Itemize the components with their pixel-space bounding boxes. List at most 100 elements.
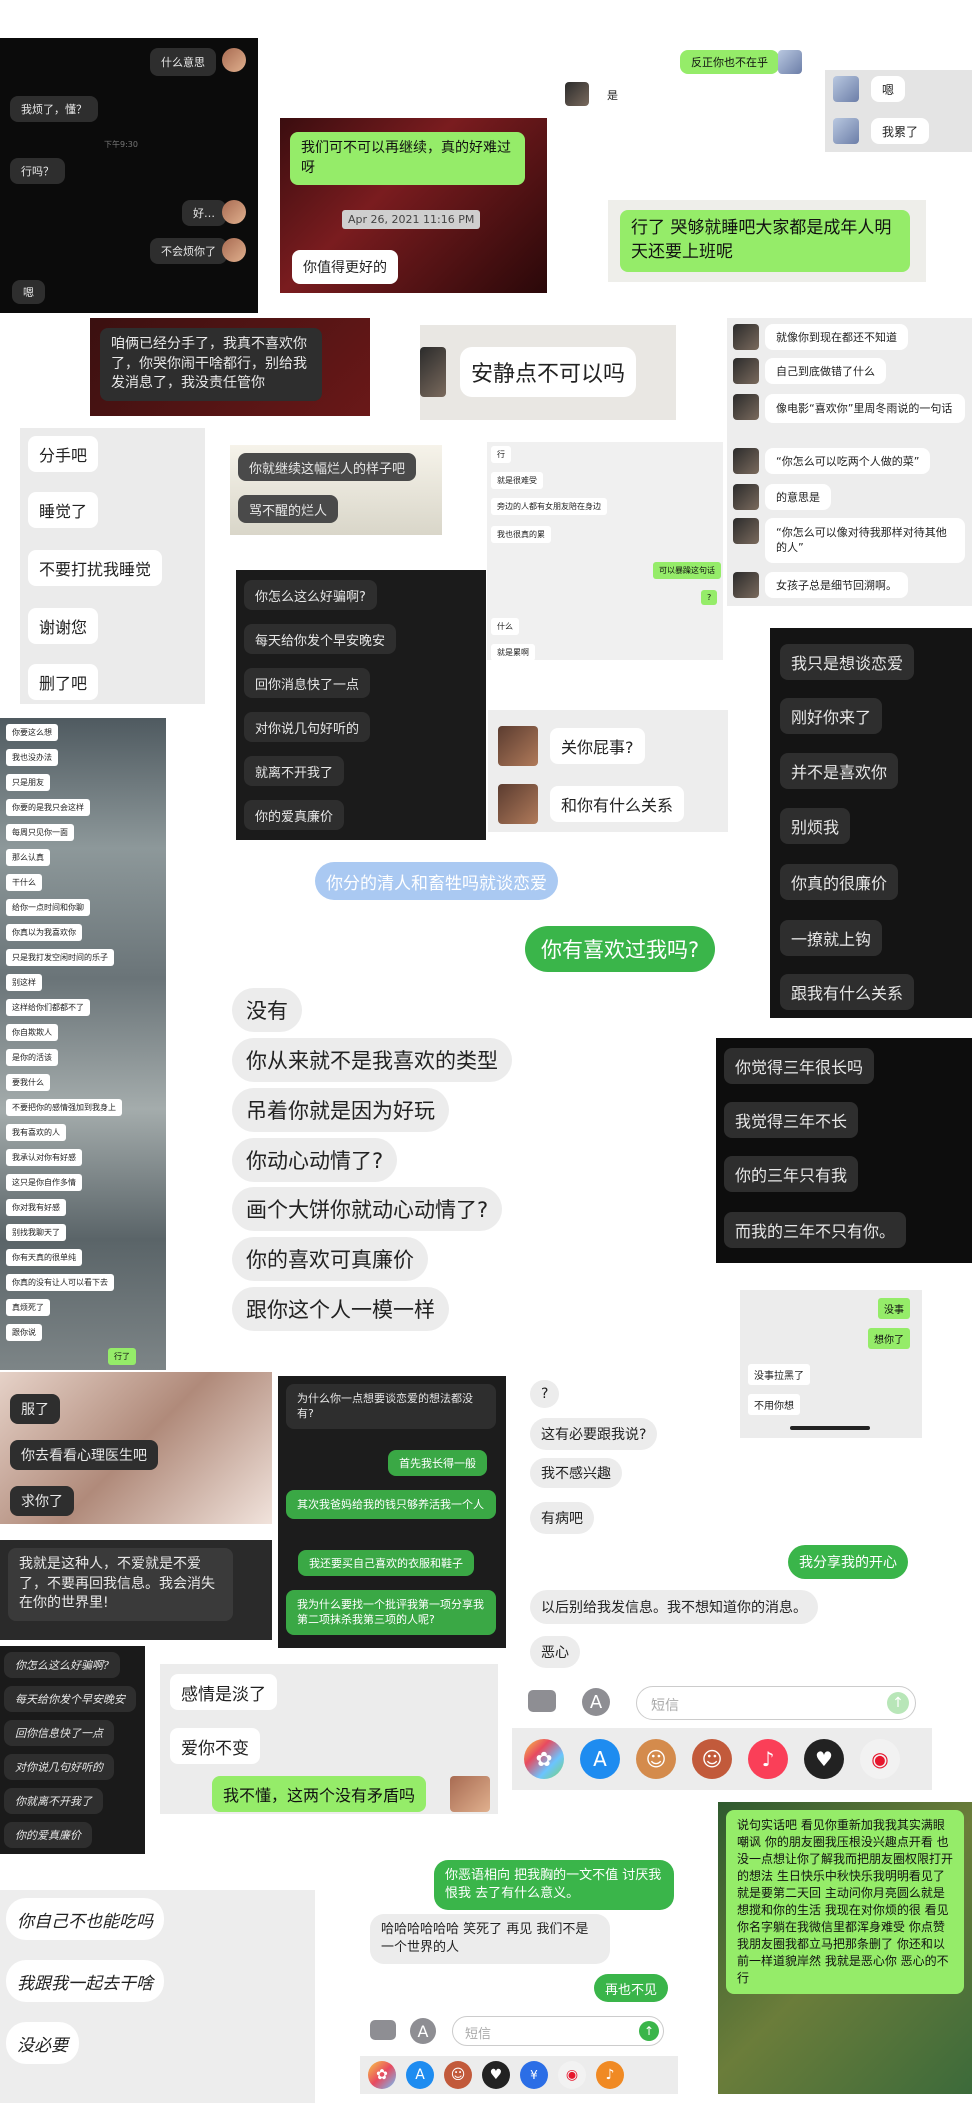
appstore-icon[interactable]: A [406, 2061, 434, 2089]
message-bubble: 没必要 [6, 2022, 79, 2064]
message-bubble: 再也不见 [594, 1974, 669, 2002]
send-icon[interactable]: ↑ [639, 2021, 659, 2041]
camera-icon[interactable] [528, 1690, 556, 1712]
message-bubble: 只是朋友 [6, 774, 50, 791]
message-bubble: 骂不醒的烂人 [238, 495, 339, 523]
avatar [222, 200, 246, 224]
message-bubble: 我们可不可以再继续，真的好难过呀 [290, 132, 525, 186]
home-indicator [790, 1426, 870, 1430]
chat-card-15: 你要这么想 我也没办法 只是朋友 你要的是我只会这样 每周只见你一面 那么认真 … [0, 718, 166, 1370]
message-bubble: 真烦死了 [6, 1299, 50, 1316]
message-bubble: 我不感兴趣 [530, 1458, 622, 1488]
timestamp: Apr 26, 2021 11:16 PM [342, 210, 481, 229]
message-bubble: 你分的清人和畜牲吗就谈恋爱 [315, 862, 558, 900]
appstore-icon[interactable]: A [582, 1688, 610, 1716]
chat-card-13: 关你屁事? 和你有什么关系 [488, 710, 728, 832]
message-bubble: 行吗？ [10, 158, 65, 184]
message-bubble: 其次我爸妈给我的钱只够养活我一个人 [286, 1490, 496, 1520]
avatar [498, 726, 538, 766]
message-bubble: 你自欺欺人 [6, 1024, 58, 1041]
message-bubble: 别找我聊天了 [6, 1224, 66, 1241]
weibo-icon[interactable]: ◉ [558, 2061, 586, 2089]
message-bubble: 像电影“喜欢你”里周冬雨说的一句话 [765, 394, 965, 424]
message-bubble: 并不是喜欢你 [780, 753, 899, 789]
message-bubble: 分手吧 [28, 436, 99, 472]
photos-icon[interactable]: ✿ [524, 1739, 564, 1779]
message-bubble: 我承认对你有好感 [6, 1149, 82, 1166]
chat-card-6: 咱俩已经分手了，我真不喜欢你了，你哭你闹干啥都行，别给我发消息了，我没责任管你 [90, 318, 370, 416]
memoji-icon[interactable]: ☺ [636, 1739, 676, 1779]
message-bubble: 你真以为我喜欢你 [6, 924, 82, 941]
heart-icon[interactable]: ♥ [804, 1739, 844, 1779]
message-bubble: 跟你这个人一模一样 [232, 1287, 449, 1331]
message-bubble: 你就离不开我了 [4, 1788, 103, 1814]
message-bubble: 反正你也不在乎 [680, 50, 779, 74]
message-bubble: 我也没办法 [6, 749, 58, 766]
message-bubble: “你怎么可以吃两个人做的菜” [765, 448, 931, 474]
message-bubble: ? [701, 590, 718, 605]
chat-card-26: 感情是淡了 爱你不变 我不懂，这两个没有矛盾吗 [160, 1664, 498, 1814]
appstore-icon[interactable]: A [580, 1739, 620, 1779]
message-bubble: 我烦了，懂？ [10, 96, 98, 122]
message-bubble: 女孩子总是细节回溯啊。 [765, 572, 908, 598]
pay-icon[interactable]: ¥ [520, 2061, 548, 2089]
message-bubble: 自己到底做错了什么 [765, 358, 886, 384]
avatar [833, 118, 859, 144]
avatar [565, 82, 589, 106]
music-icon[interactable]: ♪ [748, 1739, 788, 1779]
avatar [733, 448, 759, 474]
message-input[interactable]: 短信 ↑ [636, 1686, 916, 1720]
appstore-icon[interactable]: A [410, 2018, 436, 2044]
message-bubble: 好… [182, 200, 226, 226]
message-bubble: 为什么你一点想要谈恋爱的想法都没有? [286, 1384, 496, 1429]
photos-icon[interactable]: ✿ [368, 2061, 396, 2089]
message-bubble: 就是累啊 [491, 644, 535, 660]
memoji-icon[interactable]: ☺ [692, 1739, 732, 1779]
chat-card-12: 你怎么这么好骗啊? 每天给你发个早安晚安 回你消息快了一点 对你说几句好听的 就… [236, 570, 486, 840]
send-icon[interactable]: ↑ [887, 1692, 909, 1714]
message-bubble: 就是很难受 [491, 472, 543, 489]
app-drawer: ✿ A ☺ ♥ ¥ ◉ ♪ [360, 2056, 678, 2094]
avatar [733, 484, 759, 510]
memoji-icon[interactable]: ☺ [444, 2061, 472, 2089]
message-bubble: 哈哈哈哈哈哈 笑死了 再见 我们不是一个世界的人 [370, 1914, 610, 1965]
message-bubble: 我有喜欢的人 [6, 1124, 66, 1141]
chat-card-4: 嗯 我累了 [825, 70, 972, 152]
message-bubble: 跟我有什么关系 [780, 974, 915, 1010]
message-bubble: “你怎么可以像对待我那样对待其他的人” [765, 518, 965, 563]
chat-card-27: 你自己不也能吃吗 我跟我一起去干啥 没必要 [0, 1890, 315, 2103]
message-bubble: 你的爱真廉价 [4, 1822, 92, 1848]
message-bubble: 不用你想 [748, 1394, 800, 1415]
message-bubble: 我分享我的开心 [788, 1545, 908, 1579]
chat-card-21: 服了 你去看看心理医生吧 求你了 [0, 1372, 272, 1524]
message-bubble: 是你的活该 [6, 1049, 58, 1066]
message-bubble: 谢谢您 [28, 608, 99, 644]
message-bubble: 那么认真 [6, 849, 50, 866]
message-bubble: 而我的三年不只有你。 [724, 1212, 907, 1248]
message-bubble: 你要的是我只会这样 [6, 799, 90, 816]
message-bubble: 可以暴躁这句话 [653, 562, 721, 579]
message-bubble: 不会烦你了 [150, 238, 227, 264]
message-bubble: 恶心 [530, 1636, 580, 1668]
avatar [222, 238, 246, 262]
message-input[interactable]: 短信 ↑ [452, 2016, 664, 2046]
message-bubble: 每天给你发个早安晚安 [4, 1686, 136, 1712]
message-bubble: 感情是淡了 [170, 1674, 277, 1710]
message-bubble: 这只是你自作多情 [6, 1174, 82, 1191]
message-bubble: 每周只见你一面 [6, 824, 74, 841]
message-bubble: 一撩就上钩 [780, 920, 883, 956]
message-bubble: 删了吧 [28, 664, 99, 700]
message-bubble: ? [530, 1380, 560, 1408]
message-bubble: 别这样 [6, 974, 42, 991]
heart-icon[interactable]: ♥ [482, 2061, 510, 2089]
chat-card-14: 我只是想谈恋爱 刚好你来了 并不是喜欢你 别烦我 你真的很廉价 一撩就上钩 跟我… [770, 628, 972, 1018]
music-icon[interactable]: ♪ [596, 2061, 624, 2089]
avatar [733, 518, 759, 544]
message-bubble: 说句实话吧 看见你重新加我我其实满眼嘲讽 你的朋友圈我压根没兴趣点开看 也没一点… [726, 1810, 964, 1995]
message-bubble: 我就是这种人，不爱就是不爱了，不要再回我信息。我会消失在你的世界里! [8, 1548, 233, 1621]
message-bubble: 干什么 [6, 874, 42, 891]
input-placeholder: 短信 [465, 2027, 492, 2042]
weibo-icon[interactable]: ◉ [860, 1739, 900, 1779]
chat-card-25: 你怎么这么好骗啊? 每天给你发个早安晚安 回你信息快了一点 对你说几句好听的 你… [0, 1646, 145, 1854]
camera-icon[interactable] [370, 2020, 396, 2040]
